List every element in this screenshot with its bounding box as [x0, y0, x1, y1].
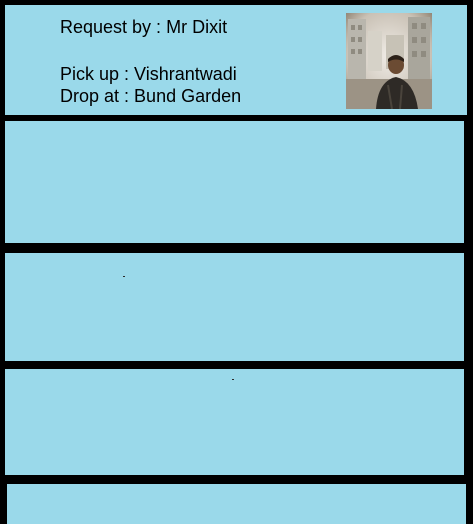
drop-location: Bund Garden	[134, 86, 242, 106]
requested-by-label: Request by :	[60, 17, 162, 37]
request-card-empty[interactable]	[7, 484, 466, 524]
drop-row: Drop at : Bund Garden	[60, 85, 241, 107]
pickup-row: Pick up : Vishrantwadi	[60, 63, 237, 85]
pickup-label: Pick up :	[60, 64, 130, 84]
noise-dot	[232, 379, 234, 380]
person-photo-icon	[346, 13, 432, 109]
request-card-empty[interactable]	[5, 369, 464, 475]
request-card-empty[interactable]	[5, 121, 464, 243]
request-card-empty[interactable]	[5, 253, 464, 361]
requester-name: Mr Dixit	[166, 17, 228, 37]
requester-avatar[interactable]	[346, 13, 432, 109]
pickup-location: Vishrantwadi	[134, 64, 237, 84]
noise-dot	[123, 276, 125, 277]
drop-label: Drop at :	[60, 86, 130, 106]
ride-request-card[interactable]: Request by : Mr Dixit Pick up : Vishrant…	[5, 5, 467, 115]
requested-by-row: Request by : Mr Dixit	[60, 16, 227, 38]
